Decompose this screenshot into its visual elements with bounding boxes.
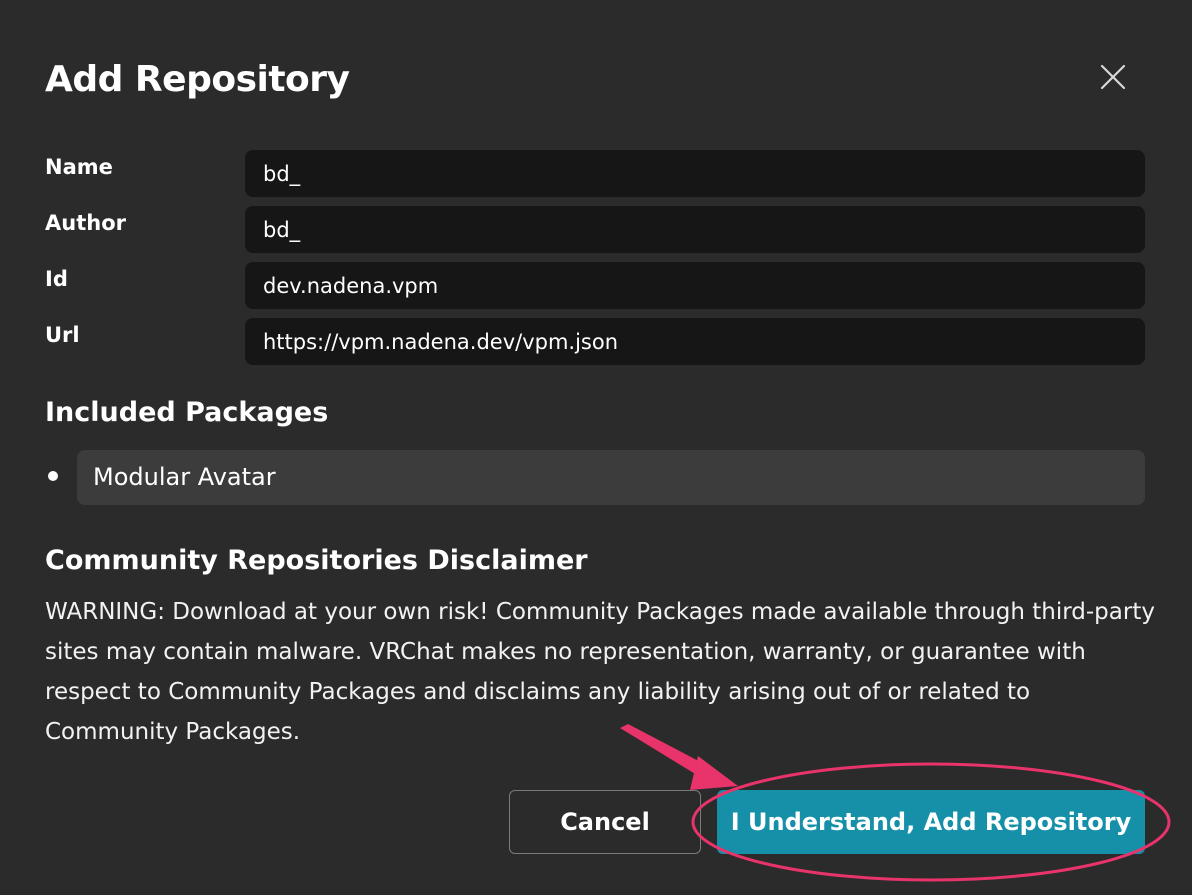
- disclaimer-heading: Community Repositories Disclaimer: [45, 545, 588, 576]
- package-item: Modular Avatar: [77, 450, 1145, 505]
- name-label: Name: [45, 155, 113, 179]
- cancel-button[interactable]: Cancel: [509, 790, 701, 854]
- annotation-overlay: [620, 724, 1171, 882]
- included-packages-heading: Included Packages: [45, 397, 329, 428]
- close-button[interactable]: [1096, 60, 1130, 94]
- author-label: Author: [45, 211, 126, 235]
- disclaimer-text: WARNING: Download at your own risk! Comm…: [45, 599, 1155, 745]
- bullet-icon: [48, 471, 58, 481]
- dialog-title: Add Repository: [45, 59, 350, 100]
- author-field[interactable]: [245, 206, 1145, 253]
- close-icon: [1100, 64, 1126, 90]
- url-label: Url: [45, 323, 80, 347]
- add-repository-button[interactable]: I Understand, Add Repository: [717, 790, 1145, 854]
- id-field[interactable]: [245, 262, 1145, 309]
- name-field[interactable]: [245, 150, 1145, 197]
- id-label: Id: [45, 267, 68, 291]
- add-repository-dialog: Add Repository Name Author Id Url Includ…: [0, 0, 1192, 895]
- url-field[interactable]: [245, 318, 1145, 365]
